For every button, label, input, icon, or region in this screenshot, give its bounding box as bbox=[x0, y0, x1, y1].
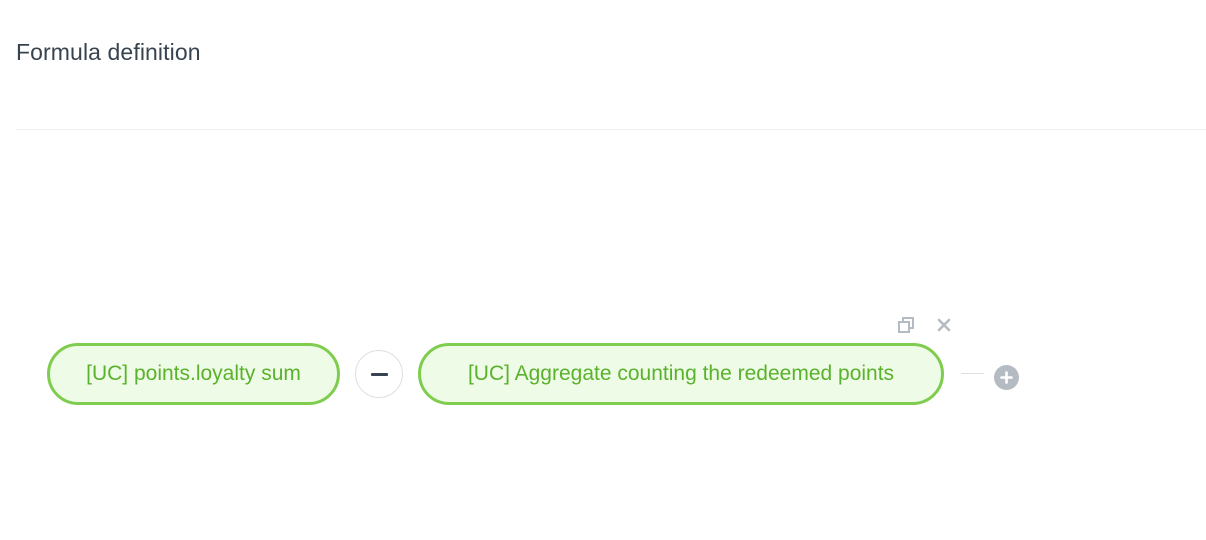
minus-icon bbox=[370, 372, 388, 376]
formula-node-points-loyalty-sum[interactable]: [UC] points.loyalty sum bbox=[47, 343, 340, 405]
duplicate-icon[interactable] bbox=[895, 314, 917, 336]
formula-node-label: [UC] Aggregate counting the redeemed poi… bbox=[467, 362, 895, 385]
header-divider bbox=[16, 129, 1206, 130]
close-icon[interactable] bbox=[933, 314, 955, 336]
formula-node-label: [UC] points.loyalty sum bbox=[86, 362, 301, 385]
add-node-button[interactable] bbox=[994, 365, 1019, 390]
page-title: Formula definition bbox=[16, 39, 201, 65]
operator-minus-button[interactable] bbox=[355, 350, 403, 398]
add-connector-line bbox=[961, 373, 984, 374]
plus-icon bbox=[1000, 371, 1013, 384]
formula-node-redeemed-points[interactable]: [UC] Aggregate counting the redeemed poi… bbox=[418, 343, 944, 405]
